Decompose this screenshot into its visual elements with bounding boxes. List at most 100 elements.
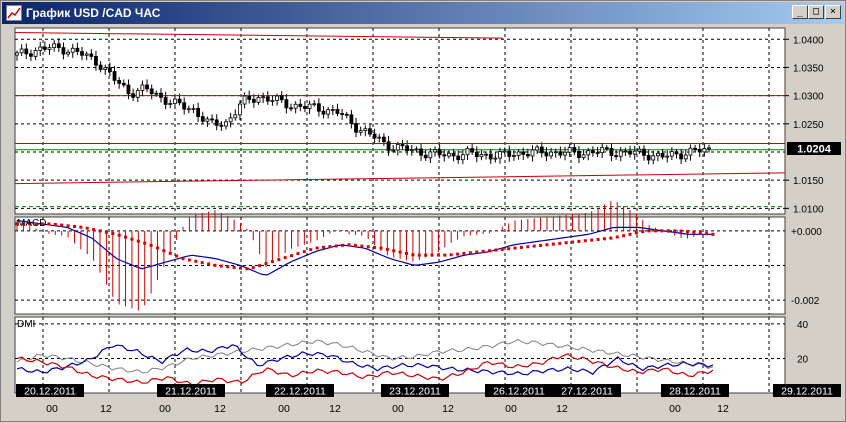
chart-window: График USD /CAD ЧАС _ □ × 1.0400 1.0350 1.… (0, 0, 846, 422)
macd-signal-dot (666, 229, 670, 233)
macd-signal-dot (347, 243, 351, 247)
hour-tick-label: 12 (717, 403, 729, 415)
macd-signal-dot (443, 253, 447, 257)
hour-tick-label: 00 (505, 403, 517, 415)
macd-signal-dot (270, 260, 274, 264)
macd-signal-dot (245, 267, 249, 271)
candle-body (70, 47, 75, 53)
macd-signal-dot (328, 245, 332, 249)
macd-signal-dot (692, 230, 696, 234)
candle-body (117, 80, 122, 84)
macd-signal-dot (379, 246, 383, 250)
candle-body (247, 95, 252, 100)
candle-body (265, 96, 270, 102)
date-label: 28.12.2011 (661, 384, 729, 398)
macd-signal-dot (47, 222, 51, 226)
candle-body (326, 109, 331, 115)
candle-body (669, 151, 674, 157)
macd-signal-dot (590, 238, 594, 242)
macd-signal-dot (53, 222, 57, 226)
candle-body (558, 151, 563, 156)
macd-signal-dot (507, 247, 511, 251)
maximize-button[interactable]: □ (808, 5, 824, 19)
candle-body (386, 141, 391, 151)
candle-body (270, 99, 275, 102)
macd-signal-dot (545, 243, 549, 247)
macd-signal-dot (72, 224, 76, 228)
candle-body (623, 150, 628, 153)
candle-body (186, 108, 191, 111)
minimize-button[interactable]: _ (792, 5, 808, 19)
candle-body (618, 150, 623, 157)
candle-body (493, 157, 498, 160)
candle-body (191, 107, 196, 110)
candle-body (577, 150, 581, 158)
macd-signal-dot (641, 230, 645, 234)
macd-signal-dot (424, 253, 428, 257)
candle-body (312, 103, 317, 106)
candle-body (94, 56, 98, 66)
date-label: 21.12.2011 (157, 384, 225, 398)
macd-signal-dot (168, 251, 172, 255)
candle-body (354, 123, 358, 133)
macd-signal-dot (577, 239, 581, 243)
candle-body (316, 103, 321, 112)
candle-body (140, 84, 145, 91)
date-label-text: 23.12.2011 (389, 386, 441, 398)
candle-body (80, 51, 84, 56)
macd-signal-dot (411, 253, 415, 257)
dmi-title: DMI (17, 319, 35, 330)
candle-body (507, 150, 512, 157)
candle-body (200, 116, 205, 122)
candle-body (646, 154, 651, 161)
price-panel: 1.0400 1.0350 1.0300 1.0250 1.0150 1.0100 1.0… (14, 27, 841, 215)
candle-body (145, 84, 149, 90)
macd-signal-dot (462, 251, 466, 255)
candle-body (609, 148, 614, 157)
macd-signal-dot (417, 253, 421, 257)
macd-signal-dot (405, 251, 409, 255)
macd-signal-dot (258, 264, 262, 268)
candle-body (470, 148, 475, 153)
candle-body (135, 90, 140, 98)
hour-tick-label: 00 (669, 403, 681, 415)
candle-body (395, 144, 400, 151)
candle-body (261, 96, 266, 99)
close-button[interactable]: × (825, 5, 841, 19)
candle-body (628, 150, 632, 155)
candle-body (651, 155, 656, 161)
price-tick-label: 1.0150 (793, 176, 824, 187)
macd-signal-dot (596, 237, 600, 241)
candle-body (693, 147, 697, 150)
date-label-text: 26.12.2011 (493, 386, 545, 398)
macd-signal-dot (194, 259, 198, 263)
candle-body (512, 155, 516, 157)
macd-panel: MACD +0.000 -0.002 (14, 201, 822, 315)
candle-body (173, 98, 177, 104)
candle-body (33, 50, 38, 57)
candle-body (238, 103, 242, 116)
macd-signal-dot (711, 232, 715, 236)
macd-signal-dot (321, 245, 325, 249)
candle-body (228, 117, 233, 123)
candle-body (163, 96, 168, 105)
macd-signal-dot (475, 250, 479, 254)
candle-body (595, 152, 600, 155)
date-label: 23.12.2011 (381, 384, 449, 398)
current-price-label: 1.0204 (797, 144, 832, 156)
candle-body (544, 152, 549, 157)
macd-signal-dot (162, 249, 166, 253)
candle-body (549, 151, 553, 157)
candle-body (275, 95, 279, 101)
candle-body (233, 114, 238, 119)
title-bar[interactable]: График USD /CAD ЧАС _ □ × (2, 2, 844, 24)
candle-body (377, 136, 382, 139)
chart-area: 1.0400 1.0350 1.0300 1.0250 1.0150 1.0100 1.0… (3, 25, 845, 420)
macd-signal-dot (98, 229, 102, 233)
candle-body (66, 51, 70, 55)
candle-body (159, 92, 163, 98)
macd-signal-dot (117, 233, 121, 237)
candle-body (335, 108, 340, 114)
candle-body (697, 148, 702, 153)
macd-signal-dot (92, 228, 96, 232)
